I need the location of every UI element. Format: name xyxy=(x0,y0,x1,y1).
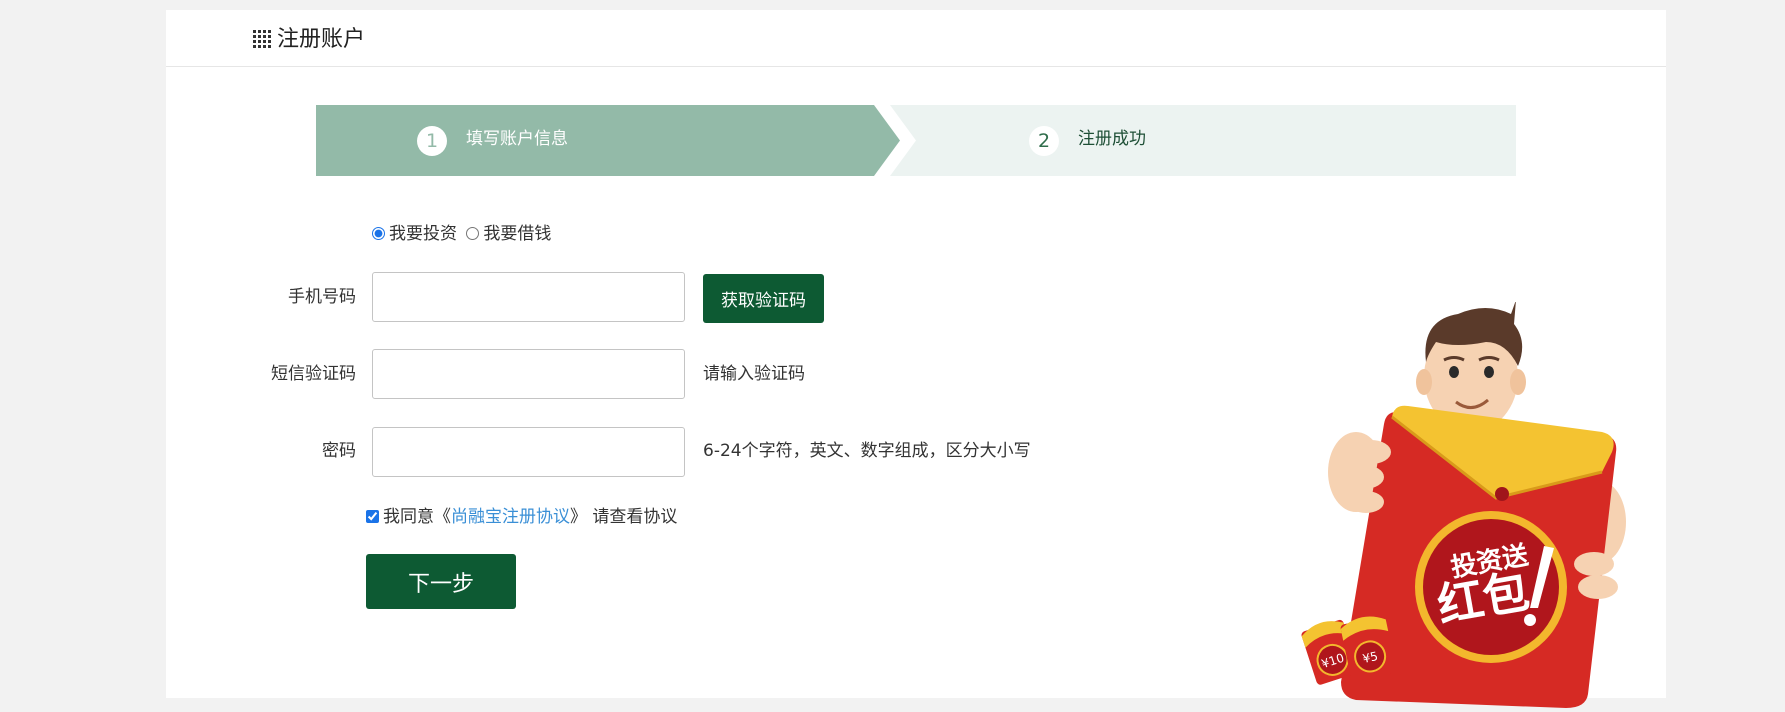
grid-icon xyxy=(253,30,271,48)
promo-graphic: 投资送 红包 ¥10 ¥5 xyxy=(1301,300,1626,708)
registration-panel: 注册账户 1 填写账户信息 2 注册成功 我要投资 我要借钱 手机号码 获取验证… xyxy=(166,10,1666,708)
borrow-radio[interactable] xyxy=(466,227,480,240)
invest-radio-label[interactable]: 我要投资 xyxy=(389,224,457,244)
sms-code-input[interactable] xyxy=(372,349,685,399)
agreement-prefix: 我同意《 xyxy=(383,507,451,527)
step-2-label: 注册成功 xyxy=(1078,129,1146,149)
role-radio-group: 我要投资 我要借钱 xyxy=(372,222,555,246)
agreement-suffix: 》 请查看协议 xyxy=(570,507,678,527)
step-1-label: 填写账户信息 xyxy=(466,129,568,149)
sms-code-hint: 请输入验证码 xyxy=(703,364,805,384)
password-hint: 6-24个字符，英文、数字组成，区分大小写 xyxy=(703,441,1031,461)
page-title: 注册账户 xyxy=(277,27,366,52)
get-sms-code-button[interactable]: 获取验证码 xyxy=(703,274,824,323)
phone-label: 手机号码 xyxy=(288,287,356,307)
next-step-button[interactable]: 下一步 xyxy=(366,554,516,609)
step-1-background xyxy=(316,105,900,176)
invest-radio[interactable] xyxy=(372,227,385,240)
password-input[interactable] xyxy=(372,427,685,477)
agreement-checkbox[interactable] xyxy=(366,510,379,523)
sms-code-label: 短信验证码 xyxy=(271,364,356,384)
promo-illustration: 投资送 红包 ¥10 ¥5 xyxy=(1286,300,1666,708)
step-2-number: 2 xyxy=(1029,126,1059,156)
step-progress: 1 填写账户信息 2 注册成功 xyxy=(316,105,1516,176)
agreement-link[interactable]: 尚融宝注册协议 xyxy=(451,507,570,527)
phone-input[interactable] xyxy=(372,272,685,322)
step-2-background xyxy=(890,105,1516,176)
borrow-radio-label[interactable]: 我要借钱 xyxy=(483,224,551,244)
panel-header: 注册账户 xyxy=(166,10,1666,67)
password-label: 密码 xyxy=(322,441,356,461)
step-1-number: 1 xyxy=(417,126,447,156)
agreement-row: 我同意《尚融宝注册协议》 请查看协议 xyxy=(366,505,677,529)
